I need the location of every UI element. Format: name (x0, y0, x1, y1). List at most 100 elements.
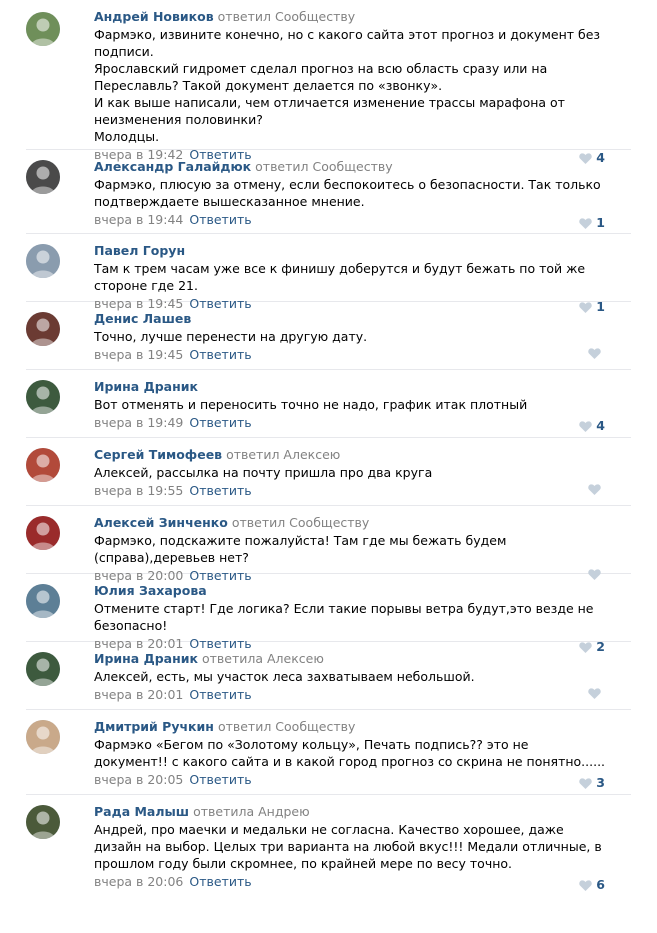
author-link[interactable]: Рада Малыш (94, 804, 189, 819)
avatar[interactable] (26, 652, 60, 686)
comment-time[interactable]: вчера в 19:45 (94, 347, 183, 362)
comments-list: Андрей Новиков ответил Сообществу Фармэк… (0, 0, 657, 895)
avatar[interactable] (26, 516, 60, 550)
comment-item: Павел Горун Там к трем часам уже все к ф… (26, 234, 631, 314)
like-button[interactable] (588, 688, 605, 699)
comment-text: Андрей, про маечки и медальки не согласн… (94, 822, 602, 871)
like-button[interactable]: 3 (579, 773, 605, 793)
reply-button[interactable]: Ответить (189, 212, 251, 227)
comment-header: Ирина Драник ответила Алексею (94, 650, 605, 668)
avatar[interactable] (26, 160, 60, 194)
avatar[interactable] (26, 584, 60, 618)
comment-header: Андрей Новиков ответил Сообществу (94, 8, 605, 26)
like-button[interactable] (588, 484, 605, 495)
comment-text: Фармэко «Бегом по «Золотому кольцу», Печ… (94, 737, 606, 769)
comment-header: Рада Малыш ответила Андрею (94, 803, 605, 821)
comment-header: Сергей Тимофеев ответил Алексею (94, 446, 605, 464)
like-count: 3 (596, 775, 605, 790)
comment-header: Алексей Зинченко ответил Сообществу (94, 514, 605, 532)
comment-text: Фармэко, подскажите пожалуйста! Там где … (94, 533, 507, 565)
comment-item: Сергей Тимофеев ответил Алексею Алексей,… (26, 438, 631, 506)
comment-text: Алексей, рассылка на почту пришла про дв… (94, 465, 433, 480)
comment-item: Юлия Захарова Отмените старт! Где логика… (26, 574, 631, 654)
comment-item: Ирина Драник Вот отменять и переносить т… (26, 370, 631, 438)
replied-to[interactable]: ответила Алексею (202, 651, 324, 666)
avatar[interactable] (26, 448, 60, 482)
heart-icon (579, 420, 593, 432)
comment-item: Ирина Драник ответила Алексею Алексей, е… (26, 642, 631, 710)
comment-item: Алексей Зинченко ответил Сообществу Фарм… (26, 506, 631, 583)
avatar[interactable] (26, 380, 60, 414)
comment-time[interactable]: вчера в 19:44 (94, 212, 183, 227)
comment-text: Алексей, есть, мы участок леса захватыва… (94, 669, 475, 684)
comment-time[interactable]: вчера в 19:55 (94, 483, 183, 498)
avatar[interactable] (26, 244, 60, 278)
comment-meta: вчера в 20:05 Ответить 3 (94, 770, 605, 790)
replied-to[interactable]: ответил Алексею (226, 447, 340, 462)
replied-to[interactable]: ответила Андрею (193, 804, 310, 819)
avatar[interactable] (26, 720, 60, 754)
heart-icon (588, 348, 601, 359)
avatar[interactable] (26, 12, 60, 46)
comment-text: Фармэко, плюсую за отмену, если беспокои… (94, 177, 601, 209)
comment-meta: вчера в 19:44 Ответить 1 (94, 210, 605, 230)
comment-meta: вчера в 19:49 Ответить 4 (94, 413, 605, 433)
avatar[interactable] (26, 805, 60, 839)
like-count: 4 (596, 418, 605, 433)
like-button[interactable]: 4 (579, 416, 605, 436)
reply-button[interactable]: Ответить (189, 347, 251, 362)
replied-to[interactable]: ответил Сообществу (218, 719, 355, 734)
author-link[interactable]: Ирина Драник (94, 379, 198, 394)
comment-time[interactable]: вчера в 19:49 (94, 415, 183, 430)
author-link[interactable]: Александр Галайдюк (94, 159, 251, 174)
replied-to[interactable]: ответил Сообществу (218, 9, 355, 24)
like-button[interactable]: 1 (579, 213, 605, 233)
comment-item: Александр Галайдюк ответил Сообществу Фа… (26, 150, 631, 234)
comment-header: Юлия Захарова (94, 582, 605, 600)
like-count: 1 (596, 215, 605, 230)
comment-meta: вчера в 19:55 Ответить (94, 481, 605, 501)
author-link[interactable]: Ирина Драник (94, 651, 198, 666)
comment-text: Фармэко, извините конечно, но с какого с… (94, 27, 601, 144)
comment-item: Рада Малыш ответила Андрею Андрей, про м… (26, 795, 631, 895)
reply-button[interactable]: Ответить (189, 687, 251, 702)
replied-to[interactable]: ответил Сообществу (255, 159, 392, 174)
comment-meta: вчера в 20:01 Ответить (94, 685, 605, 705)
comment-time[interactable]: вчера в 20:05 (94, 772, 183, 787)
author-link[interactable]: Дмитрий Ручкин (94, 719, 214, 734)
avatar[interactable] (26, 312, 60, 346)
like-button[interactable] (588, 348, 605, 359)
comment-item: Денис Лашев Точно, лучше перенести на др… (26, 302, 631, 370)
author-link[interactable]: Юлия Захарова (94, 583, 207, 598)
like-count: 6 (596, 877, 605, 892)
heart-icon (588, 484, 601, 495)
comment-header: Павел Горун (94, 242, 605, 260)
like-button[interactable]: 6 (579, 875, 605, 895)
comment-header: Ирина Драник (94, 378, 605, 396)
author-link[interactable]: Андрей Новиков (94, 9, 214, 24)
comment-meta: вчера в 19:45 Ответить (94, 345, 605, 365)
author-link[interactable]: Алексей Зинченко (94, 515, 228, 530)
comment-time[interactable]: вчера в 20:01 (94, 687, 183, 702)
heart-icon (588, 688, 601, 699)
comment-meta: вчера в 20:06 Ответить 6 (94, 872, 605, 892)
comment-header: Денис Лашев (94, 310, 605, 328)
author-link[interactable]: Сергей Тимофеев (94, 447, 222, 462)
author-link[interactable]: Павел Горун (94, 243, 185, 258)
reply-button[interactable]: Ответить (189, 415, 251, 430)
heart-icon (579, 879, 593, 891)
reply-button[interactable]: Ответить (189, 483, 251, 498)
author-link[interactable]: Денис Лашев (94, 311, 191, 326)
replied-to[interactable]: ответил Сообществу (232, 515, 369, 530)
comment-text: Точно, лучше перенести на другую дату. (94, 329, 368, 344)
comment-text: Вот отменять и переносить точно не надо,… (94, 397, 528, 412)
reply-button[interactable]: Ответить (189, 772, 251, 787)
comment-header: Александр Галайдюк ответил Сообществу (94, 158, 605, 176)
comment-time[interactable]: вчера в 20:06 (94, 874, 183, 889)
reply-button[interactable]: Ответить (189, 874, 251, 889)
comment-text: Там к трем часам уже все к финишу доберу… (94, 261, 586, 293)
heart-icon (579, 217, 593, 229)
comment-text: Отмените старт! Где логика? Если такие п… (94, 601, 594, 633)
comment-item: Андрей Новиков ответил Сообществу Фармэк… (26, 0, 631, 165)
heart-icon (579, 777, 593, 789)
